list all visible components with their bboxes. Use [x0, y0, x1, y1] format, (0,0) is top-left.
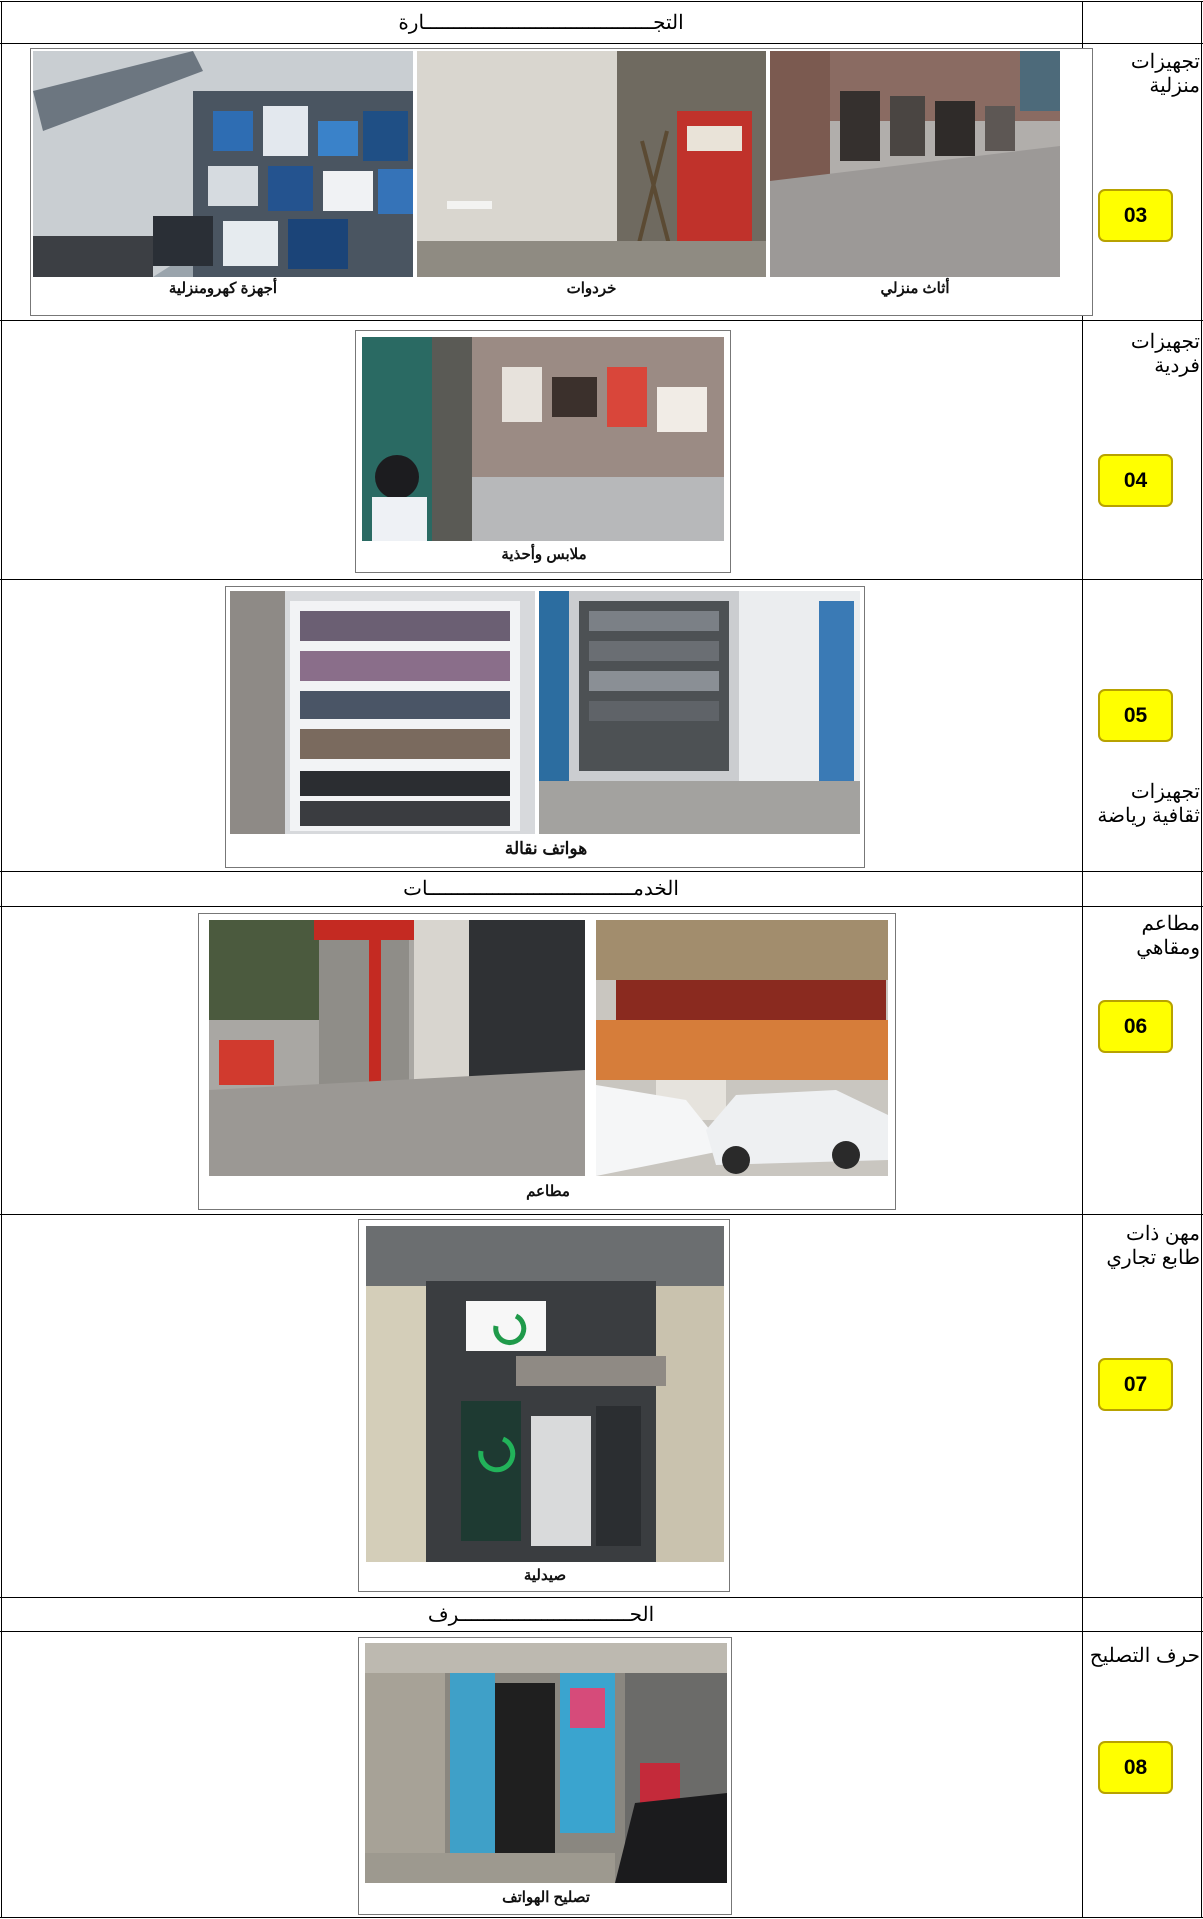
- row-number-badge: 06: [1098, 1000, 1173, 1053]
- photo-phone-shop-front: [539, 591, 860, 834]
- row-divider: [0, 1597, 1203, 1598]
- photo-appliances-shop: [33, 51, 413, 277]
- row-divider: [0, 1631, 1203, 1632]
- photo-pharmacy: [366, 1226, 724, 1562]
- row-divider: [0, 1214, 1203, 1215]
- row-number-badge: 07: [1098, 1358, 1173, 1411]
- section-title-crafts: الحـــــــــــــــــــــــــــــرف: [427, 1604, 655, 1626]
- section-title-commerce: التجــــــــــــــــــــــــــــــــــــ…: [398, 12, 684, 34]
- row-number-badge: 03: [1098, 189, 1173, 242]
- photo-phone-repair-shop: [365, 1643, 727, 1883]
- caption-hardware: خردوات: [566, 280, 617, 297]
- caption-restaurants: مطاعم: [526, 1183, 570, 1200]
- caption-appliances: أجهزة كهرومنزلية: [168, 280, 278, 297]
- caption-pharmacy: صيدلية: [523, 1567, 567, 1584]
- table-border-bottom: [0, 1917, 1203, 1918]
- table-border-left: [1, 1, 2, 1918]
- photo-strip-household: أجهزة كهرومنزلية خردوات أثاث منزلي: [30, 48, 1093, 316]
- section-title-services: الخدمـــــــــــــــــــــــــــــــــــ…: [403, 878, 679, 900]
- row-divider: [0, 320, 1203, 321]
- category-household-equipment: تجهيزات منزلية: [1130, 51, 1200, 97]
- caption-phone-repair: تصليح الهواتف: [502, 1889, 590, 1906]
- row-divider: [0, 871, 1203, 872]
- table-border-right: [1201, 1, 1202, 1918]
- photo-phones-frame: هواتف نقالة: [225, 586, 865, 868]
- category-personal-equipment: تجهيزات فردية: [1130, 331, 1200, 377]
- row-divider: [0, 579, 1203, 580]
- photo-phone-repair-frame: تصليح الهواتف: [358, 1637, 732, 1915]
- photo-clothing-shop: [362, 337, 724, 541]
- category-commercial-professions: مهن ذات طابع تجاري: [1106, 1223, 1200, 1269]
- photo-furniture-street: [770, 51, 1060, 277]
- photo-phone-shop-shelves: [230, 591, 535, 834]
- caption-furniture: أثاث منزلي: [880, 280, 950, 297]
- photo-restaurant-street: [209, 920, 585, 1176]
- commerce-services-table: التجــــــــــــــــــــــــــــــــــــ…: [0, 0, 1203, 1919]
- row-divider: [0, 906, 1203, 907]
- row-number-badge: 08: [1098, 1741, 1173, 1794]
- category-restaurants-cafes: مطاعم ومقاهي: [1136, 913, 1200, 959]
- table-border-top: [0, 1, 1203, 2]
- row-number-badge: 05: [1098, 689, 1173, 742]
- photo-clothing-frame: ملابس وأحذية: [355, 330, 731, 573]
- photo-restaurants-frame: مطاعم: [198, 913, 896, 1210]
- row-divider: [0, 43, 1203, 44]
- category-cultural-sports-equipment: تجهيزات ثقافية رياضة: [1097, 781, 1200, 827]
- caption-mobile-phones: هواتف نقالة: [504, 839, 588, 858]
- photo-hardware-shop: [417, 51, 766, 277]
- row-number-badge: 04: [1098, 454, 1173, 507]
- photo-pharmacy-frame: صيدلية: [358, 1219, 730, 1592]
- category-repair-crafts: حرف التصليح: [1089, 1645, 1200, 1667]
- photo-restaurant-cars: [596, 920, 888, 1176]
- caption-clothing: ملابس وأحذية: [501, 546, 587, 563]
